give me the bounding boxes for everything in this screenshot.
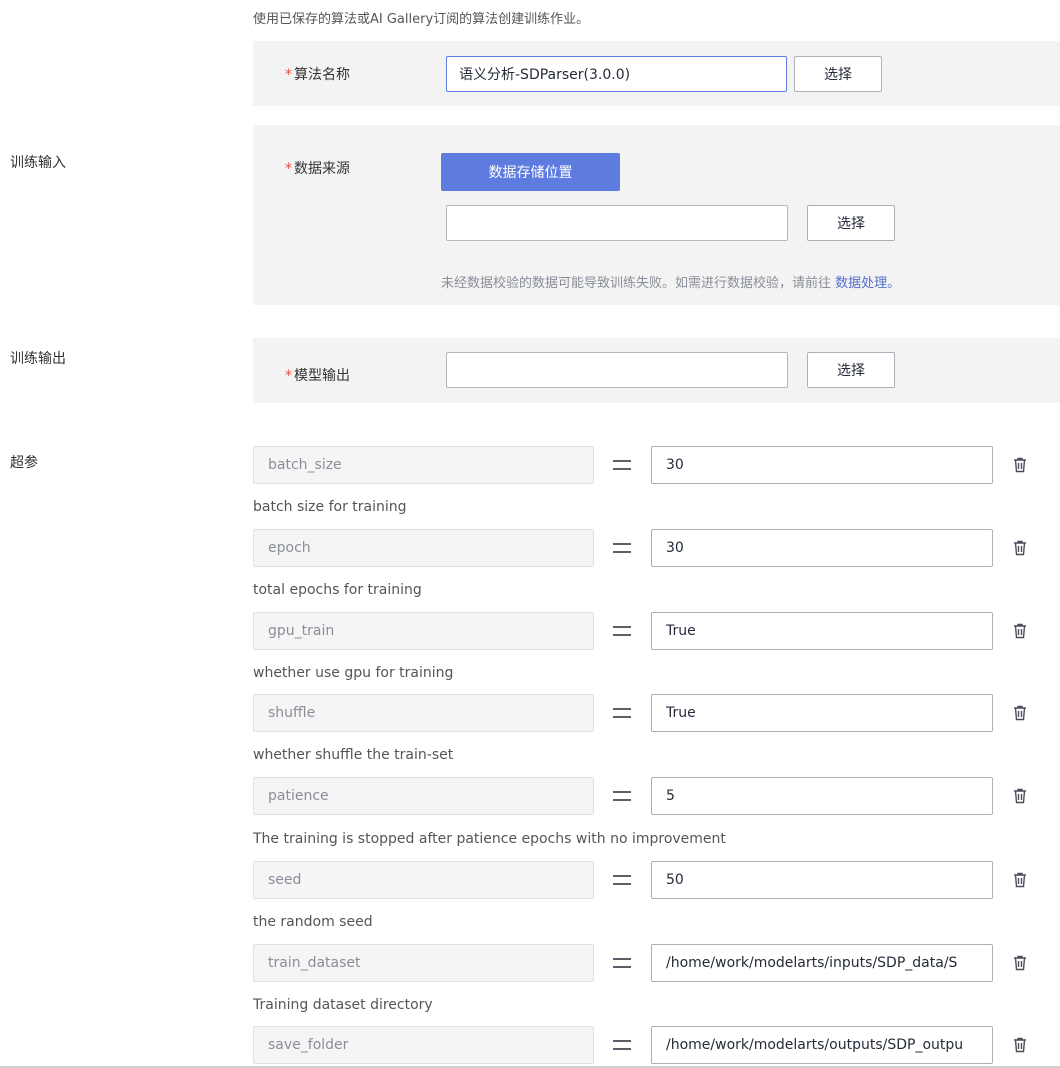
hyperparam-key-input: train_dataset: [253, 944, 594, 982]
equals-icon: [604, 446, 640, 484]
model-output-label: * 模型输出: [285, 368, 350, 384]
hyperparam-key-input: batch_size: [253, 446, 594, 484]
hyperparam-value-input[interactable]: /home/work/modelarts/outputs/SDP_outpu: [651, 1026, 993, 1064]
algorithm-select-button[interactable]: 选择: [794, 56, 882, 92]
trash-icon[interactable]: [1010, 694, 1030, 732]
hyperparams-section-label: 超参: [10, 455, 38, 471]
trash-icon[interactable]: [1010, 612, 1030, 650]
equals-icon: [604, 944, 640, 982]
hyperparam-key-input: seed: [253, 861, 594, 899]
hyperparam-description: total epochs for training: [253, 582, 422, 598]
hyperparam-value-input[interactable]: 30: [651, 529, 993, 567]
hyperparam-value-input[interactable]: 5: [651, 777, 993, 815]
equals-icon: [604, 861, 640, 899]
training-input-section-label: 训练输入: [10, 155, 66, 171]
hyperparam-key-input: save_folder: [253, 1026, 594, 1064]
hyperparam-description: Training dataset directory: [253, 997, 433, 1013]
hyperparam-description: whether use gpu for training: [253, 665, 454, 681]
required-mark: *: [285, 368, 292, 384]
training-output-section-label: 训练输出: [10, 351, 66, 367]
hyperparam-description: whether shuffle the train-set: [253, 747, 454, 763]
algorithm-name-input[interactable]: 语义分析-SDParser(3.0.0): [446, 56, 787, 92]
data-source-path-input[interactable]: [446, 205, 788, 241]
hyperparam-value-input[interactable]: 30: [651, 446, 993, 484]
required-mark: *: [285, 67, 292, 83]
algorithm-label: * 算法名称: [285, 67, 350, 83]
hyperparam-key-input: shuffle: [253, 694, 594, 732]
trash-icon[interactable]: [1010, 777, 1030, 815]
hyperparam-key-input: patience: [253, 777, 594, 815]
required-mark: *: [285, 161, 292, 177]
hyperparam-description: The training is stopped after patience e…: [253, 831, 726, 847]
equals-icon: [604, 612, 640, 650]
equals-icon: [604, 529, 640, 567]
data-source-label: * 数据来源: [285, 161, 350, 177]
trash-icon[interactable]: [1010, 861, 1030, 899]
hyperparam-description: the random seed: [253, 914, 373, 930]
hyperparam-key-input: epoch: [253, 529, 594, 567]
trash-icon[interactable]: [1010, 529, 1030, 567]
hyperparam-value-input[interactable]: True: [651, 612, 993, 650]
model-output-path-input[interactable]: [446, 352, 788, 388]
intro-text: 使用已保存的算法或AI Gallery订阅的算法创建训练作业。: [253, 12, 590, 27]
data-storage-location-button[interactable]: 数据存储位置: [441, 153, 620, 191]
hyperparam-description: batch size for training: [253, 499, 407, 515]
equals-icon: [604, 1026, 640, 1064]
equals-icon: [604, 777, 640, 815]
trash-icon[interactable]: [1010, 1026, 1030, 1064]
hyperparam-value-input[interactable]: /home/work/modelarts/inputs/SDP_data/S: [651, 944, 993, 982]
data-processing-link[interactable]: 数据处理。: [835, 276, 900, 291]
trash-icon[interactable]: [1010, 446, 1030, 484]
model-output-select-button[interactable]: 选择: [807, 352, 895, 388]
data-validation-hint: 未经数据校验的数据可能导致训练失败。如需进行数据校验，请前往 数据处理。: [441, 276, 901, 291]
hyperparam-value-input[interactable]: True: [651, 694, 993, 732]
trash-icon[interactable]: [1010, 944, 1030, 982]
equals-icon: [604, 694, 640, 732]
hyperparam-value-input[interactable]: 50: [651, 861, 993, 899]
hyperparam-key-input: gpu_train: [253, 612, 594, 650]
data-source-select-button[interactable]: 选择: [807, 205, 895, 241]
